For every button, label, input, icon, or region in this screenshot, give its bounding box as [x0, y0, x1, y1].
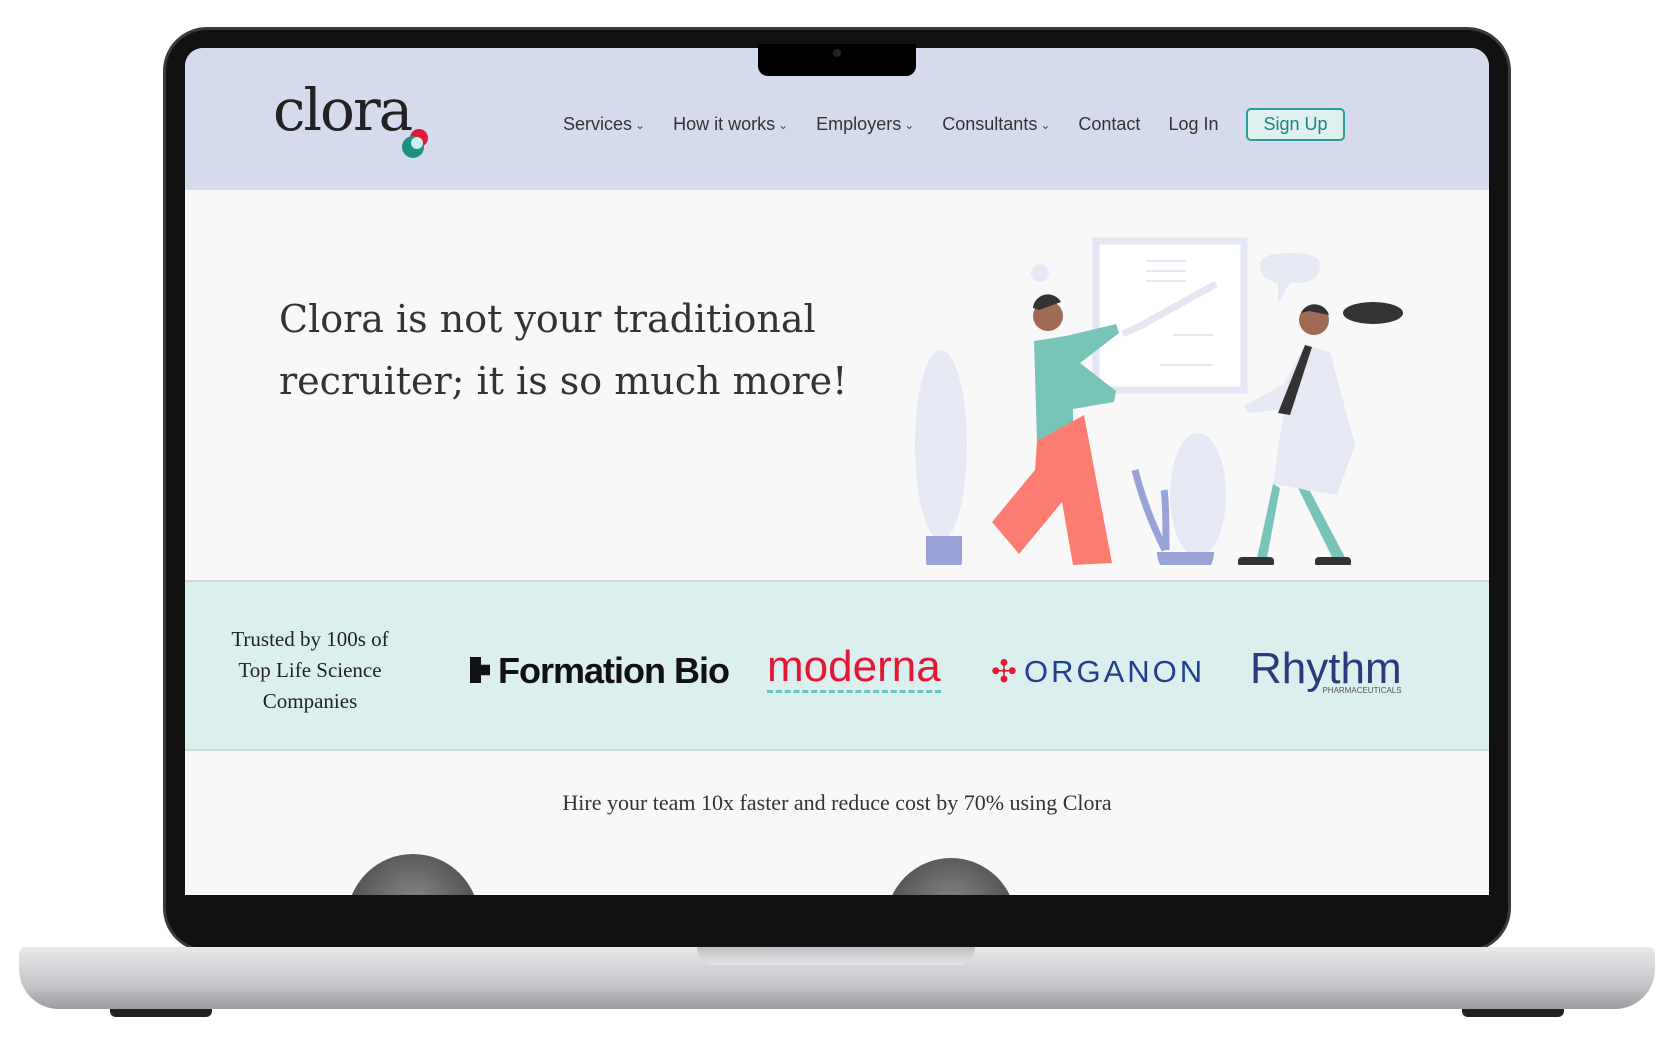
- laptop-opening-groove: [697, 947, 975, 965]
- plant-pot: [926, 536, 962, 565]
- organon-logo: ✣ ORGANON: [991, 654, 1206, 689]
- main-nav: Services ⌄ How it works ⌄ Employers ⌄ Consu…: [563, 108, 1345, 141]
- plant-leaf: [915, 350, 967, 540]
- laptop-foot: [110, 1009, 212, 1017]
- plant-pot: [1157, 552, 1214, 565]
- nav-consultants[interactable]: Consultants ⌄: [942, 114, 1050, 135]
- laptop-foot: [1462, 1009, 1564, 1017]
- nav-login[interactable]: Log In: [1168, 114, 1218, 135]
- chevron-down-icon: ⌄: [904, 117, 915, 132]
- nav-how-it-works[interactable]: How it works ⌄: [673, 114, 788, 135]
- trusted-by-text: Trusted by 100s of Top Life Science Comp…: [231, 627, 389, 713]
- logo-mark-icon: [402, 129, 428, 158]
- speech-bubble-icon: [1260, 253, 1320, 303]
- chevron-down-icon: ⌄: [1040, 117, 1051, 132]
- person-pants: [992, 415, 1112, 565]
- organon-mark-icon: ✣: [991, 654, 1020, 689]
- rhythm-logo: Rhythm PHARMACEUTICALS: [1250, 644, 1402, 695]
- chart-board: [1092, 237, 1248, 394]
- formation-bio-mark-icon: [470, 657, 490, 683]
- hero-title: Clora is not your traditional recruiter;…: [279, 297, 848, 403]
- formation-bio-logo: Formation Bio: [470, 650, 730, 692]
- trusted-by-band: Trusted by 100s of Top Life Science Comp…: [185, 580, 1489, 751]
- screen: clora Services ⌄ How it works ⌄ Employers ⌄…: [185, 48, 1489, 895]
- avatar: [347, 854, 479, 895]
- clora-logo[interactable]: clora: [273, 76, 428, 158]
- nav-employers[interactable]: Employers ⌄: [816, 114, 914, 135]
- plant-leaf: [1170, 433, 1226, 557]
- lightbulb-icon: [1031, 264, 1049, 282]
- nav-contact[interactable]: Contact: [1078, 114, 1140, 135]
- signup-button[interactable]: Sign Up: [1246, 108, 1345, 141]
- tagline: Hire your team 10x faster and reduce cos…: [562, 790, 1112, 815]
- chevron-down-icon: ⌄: [778, 117, 789, 132]
- avatar: [886, 858, 1016, 895]
- nav-services[interactable]: Services ⌄: [563, 114, 645, 135]
- chevron-down-icon: ⌄: [635, 117, 646, 132]
- hero-illustration: [915, 237, 1403, 565]
- camera-icon: [833, 49, 841, 57]
- moderna-logo: moderna: [767, 642, 941, 693]
